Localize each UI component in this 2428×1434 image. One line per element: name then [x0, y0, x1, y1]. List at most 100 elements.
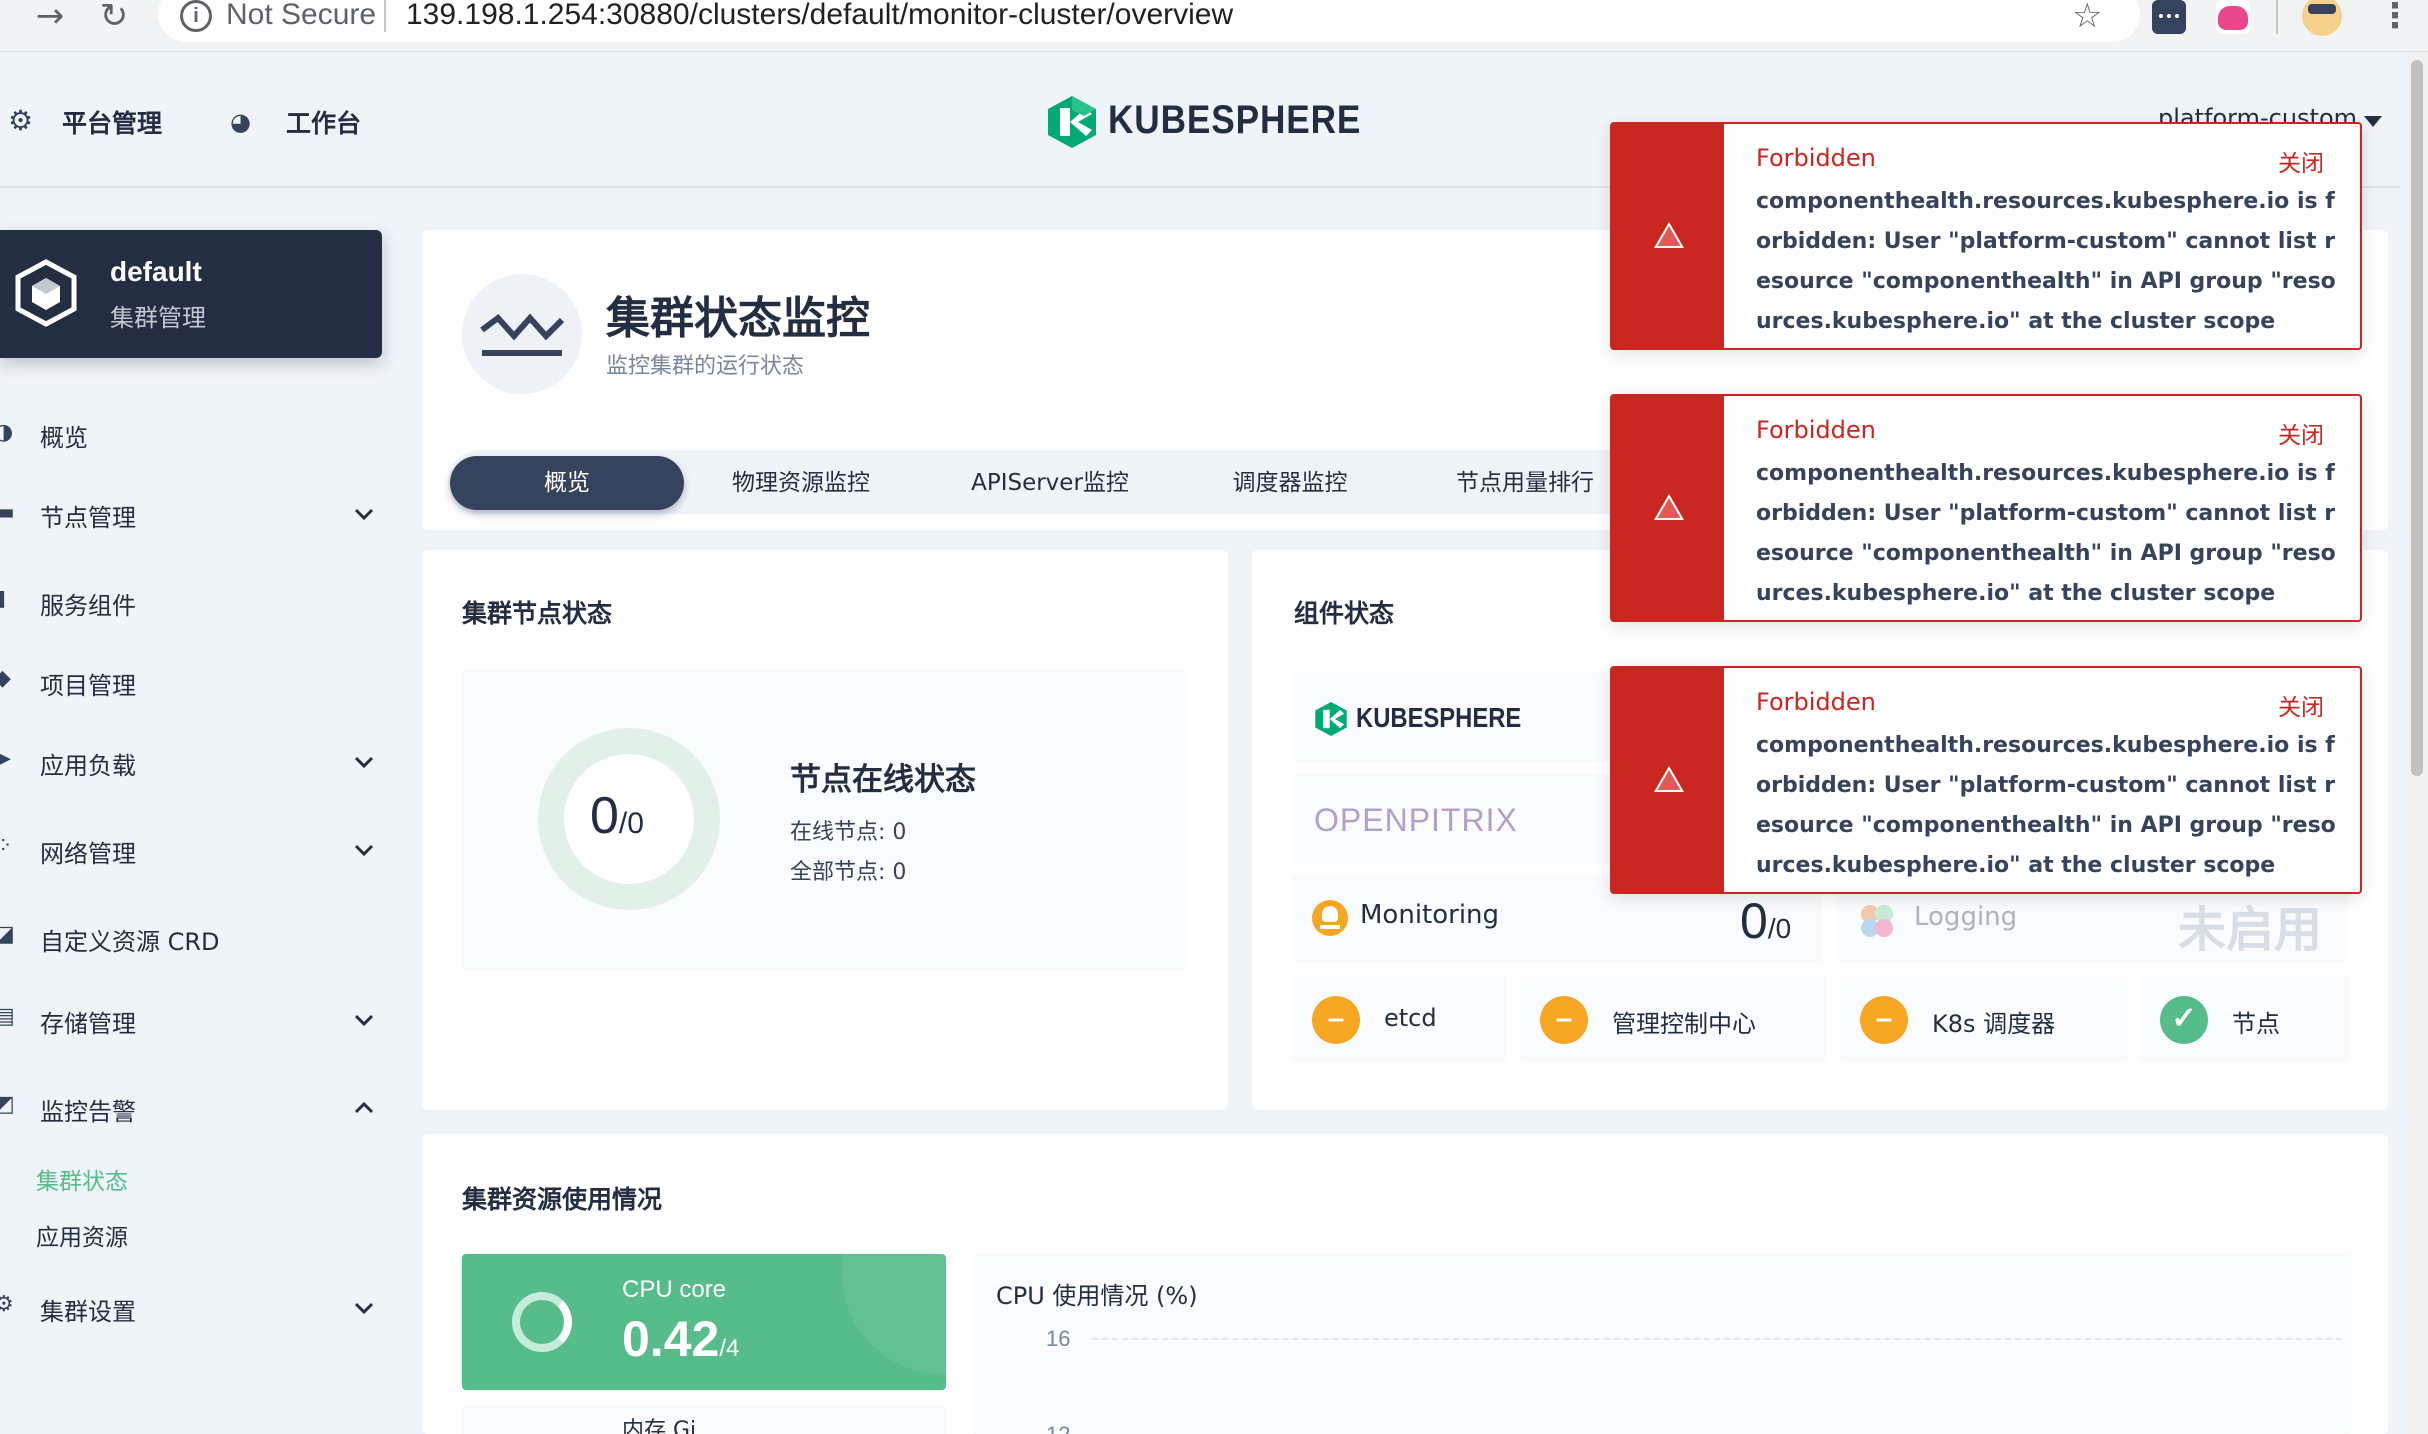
- monitoring-value: 0/0: [1740, 893, 1792, 949]
- warning-icon: –: [1540, 996, 1588, 1044]
- chevron-down-icon[interactable]: [352, 838, 376, 862]
- tab-overview[interactable]: 概览: [450, 456, 684, 510]
- component-status-title: 组件状态: [1294, 599, 1395, 628]
- cpu-value: 0.42/4: [622, 1311, 740, 1367]
- cluster-name: default: [110, 256, 202, 287]
- controller-manager-label: 管理控制中心: [1612, 1010, 1756, 1038]
- chevron-down-icon[interactable]: [352, 1296, 376, 1320]
- etcd-label: etcd: [1384, 1004, 1437, 1032]
- cluster-subtitle: 集群管理: [110, 304, 206, 332]
- octocat-extension-icon[interactable]: [2216, 0, 2250, 34]
- storage-icon: ▤: [0, 1004, 15, 1029]
- sidebar-item-overview[interactable]: 概览: [40, 418, 88, 453]
- sidebar-item-monitoring[interactable]: 监控告警: [40, 1092, 136, 1127]
- error-notification: Forbidden 关闭 componenthealth.resources.k…: [1610, 394, 2362, 622]
- online-nodes-count: 在线节点: 0: [790, 820, 907, 845]
- elastic-logging-icon: [1861, 905, 1893, 937]
- y-tick-16: 16: [1046, 1326, 1071, 1351]
- warning-triangle-icon: [1654, 494, 1684, 520]
- kubesphere-label: KUBESPHERE: [1356, 702, 1522, 733]
- sidebar-subitem-app-resources[interactable]: 应用资源: [36, 1218, 128, 1252]
- chevron-down-icon[interactable]: [352, 1008, 376, 1032]
- nodes-label: 节点: [2232, 1010, 2280, 1038]
- memory-card[interactable]: 内存 Gi: [462, 1406, 946, 1434]
- toolbar-separator: [2276, 0, 2278, 34]
- sidebar-item-network[interactable]: 网络管理: [40, 834, 136, 869]
- workloads-icon: ▶: [0, 746, 11, 771]
- total-nodes-count: 全部节点: 0: [790, 860, 907, 885]
- nodes-icon: ▬: [0, 500, 15, 525]
- notification-stripe: [1612, 396, 1724, 620]
- extension-icon[interactable]: [2152, 0, 2186, 34]
- close-button[interactable]: 关闭: [2278, 416, 2324, 450]
- notification-title: Forbidden: [1756, 144, 1876, 172]
- platform-management-link[interactable]: 平台管理: [62, 104, 162, 140]
- tab-scheduler[interactable]: 调度器监控: [1200, 456, 1380, 510]
- monitoring-icon: ◩: [0, 1092, 15, 1117]
- user-dropdown-icon[interactable]: [2364, 116, 2382, 127]
- openpitrix-label: OPENPITRIX: [1314, 802, 1518, 838]
- y-tick-12: 12: [1046, 1422, 1070, 1434]
- reload-icon[interactable]: ↻: [96, 0, 132, 36]
- memory-label: 内存 Gi: [622, 1418, 697, 1434]
- cpu-chart-title: CPU 使用情况 (%): [996, 1282, 1198, 1310]
- notification-stripe: [1612, 668, 1724, 892]
- notification-title: Forbidden: [1756, 416, 1876, 444]
- node-total-value: /0: [618, 807, 644, 840]
- network-icon: ⁘: [0, 834, 12, 859]
- kubesphere-logo-icon: [1315, 702, 1347, 736]
- tab-node-ranking[interactable]: 节点用量排行: [1430, 456, 1620, 510]
- scheduler-label: K8s 调度器: [1932, 1010, 2056, 1038]
- chevron-down-icon[interactable]: [352, 750, 376, 774]
- close-button[interactable]: 关闭: [2278, 688, 2324, 722]
- pulse-chart-icon: [480, 313, 565, 356]
- sidebar-item-projects[interactable]: 项目管理: [40, 666, 136, 701]
- sidebar-item-components[interactable]: 服务组件: [40, 586, 136, 621]
- chevron-down-icon[interactable]: [352, 502, 376, 526]
- node-status-title: 集群节点状态: [462, 599, 613, 628]
- kubesphere-logo-icon[interactable]: [1046, 94, 1098, 150]
- cpu-card-decoration: [842, 1254, 946, 1374]
- prometheus-icon: [1312, 900, 1348, 936]
- resource-usage-title: 集群资源使用情况: [462, 1185, 663, 1214]
- gear-icon: ⚙: [8, 104, 34, 137]
- url-text[interactable]: 139.198.1.254:30880/clusters/default/mon…: [406, 0, 1233, 32]
- logging-label: Logging: [1914, 902, 2018, 932]
- overview-icon: ◑: [0, 420, 14, 445]
- browser-menu-icon[interactable]: ⋮: [2378, 0, 2412, 36]
- sidebar-item-storage[interactable]: 存储管理: [40, 1004, 136, 1039]
- sidebar-item-crd[interactable]: 自定义资源 CRD: [40, 922, 220, 957]
- tab-apiserver[interactable]: APIServer监控: [940, 456, 1160, 510]
- sidebar-item-nodes[interactable]: 节点管理: [40, 498, 136, 533]
- notification-message: componenthealth.resources.kubesphere.io …: [1756, 189, 2336, 334]
- forward-icon[interactable]: →: [32, 0, 68, 36]
- components-icon: ▮: [0, 586, 7, 611]
- logging-status: 未启用: [2178, 902, 2323, 958]
- address-separator: [384, 0, 386, 32]
- bookmark-star-icon[interactable]: ☆: [2072, 0, 2102, 36]
- cpu-total: /4: [719, 1335, 740, 1362]
- info-icon[interactable]: i: [180, 0, 212, 32]
- grid-line: [1092, 1338, 2342, 1340]
- tab-physical-resources[interactable]: 物理资源监控: [706, 456, 896, 510]
- sidebar-item-workloads[interactable]: 应用负载: [40, 746, 136, 781]
- cpu-label: CPU core: [622, 1276, 727, 1303]
- projects-icon: ◆: [0, 666, 11, 691]
- scrollbar-thumb[interactable]: [2411, 60, 2423, 776]
- settings-icon: ⚙: [0, 1292, 14, 1317]
- warning-triangle-icon: [1654, 766, 1684, 792]
- notification-message: componenthealth.resources.kubesphere.io …: [1756, 461, 2336, 606]
- brand-name[interactable]: KUBESPHERE: [1108, 98, 1361, 143]
- sidebar-subitem-cluster-status[interactable]: 集群状态: [36, 1162, 128, 1196]
- cpu-usage-ring: [512, 1292, 572, 1352]
- sidebar-item-cluster-settings[interactable]: 集群设置: [40, 1292, 136, 1327]
- warning-icon: –: [1860, 996, 1908, 1044]
- notification-title: Forbidden: [1756, 688, 1876, 716]
- workbench-link[interactable]: 工作台: [286, 104, 361, 140]
- close-button[interactable]: 关闭: [2278, 144, 2324, 178]
- node-online-value: 0/0: [590, 787, 644, 845]
- security-label: Not Secure: [226, 0, 377, 31]
- error-notification: Forbidden 关闭 componenthealth.resources.k…: [1610, 666, 2362, 894]
- chevron-up-icon[interactable]: [352, 1096, 376, 1120]
- warning-icon: –: [1312, 996, 1360, 1044]
